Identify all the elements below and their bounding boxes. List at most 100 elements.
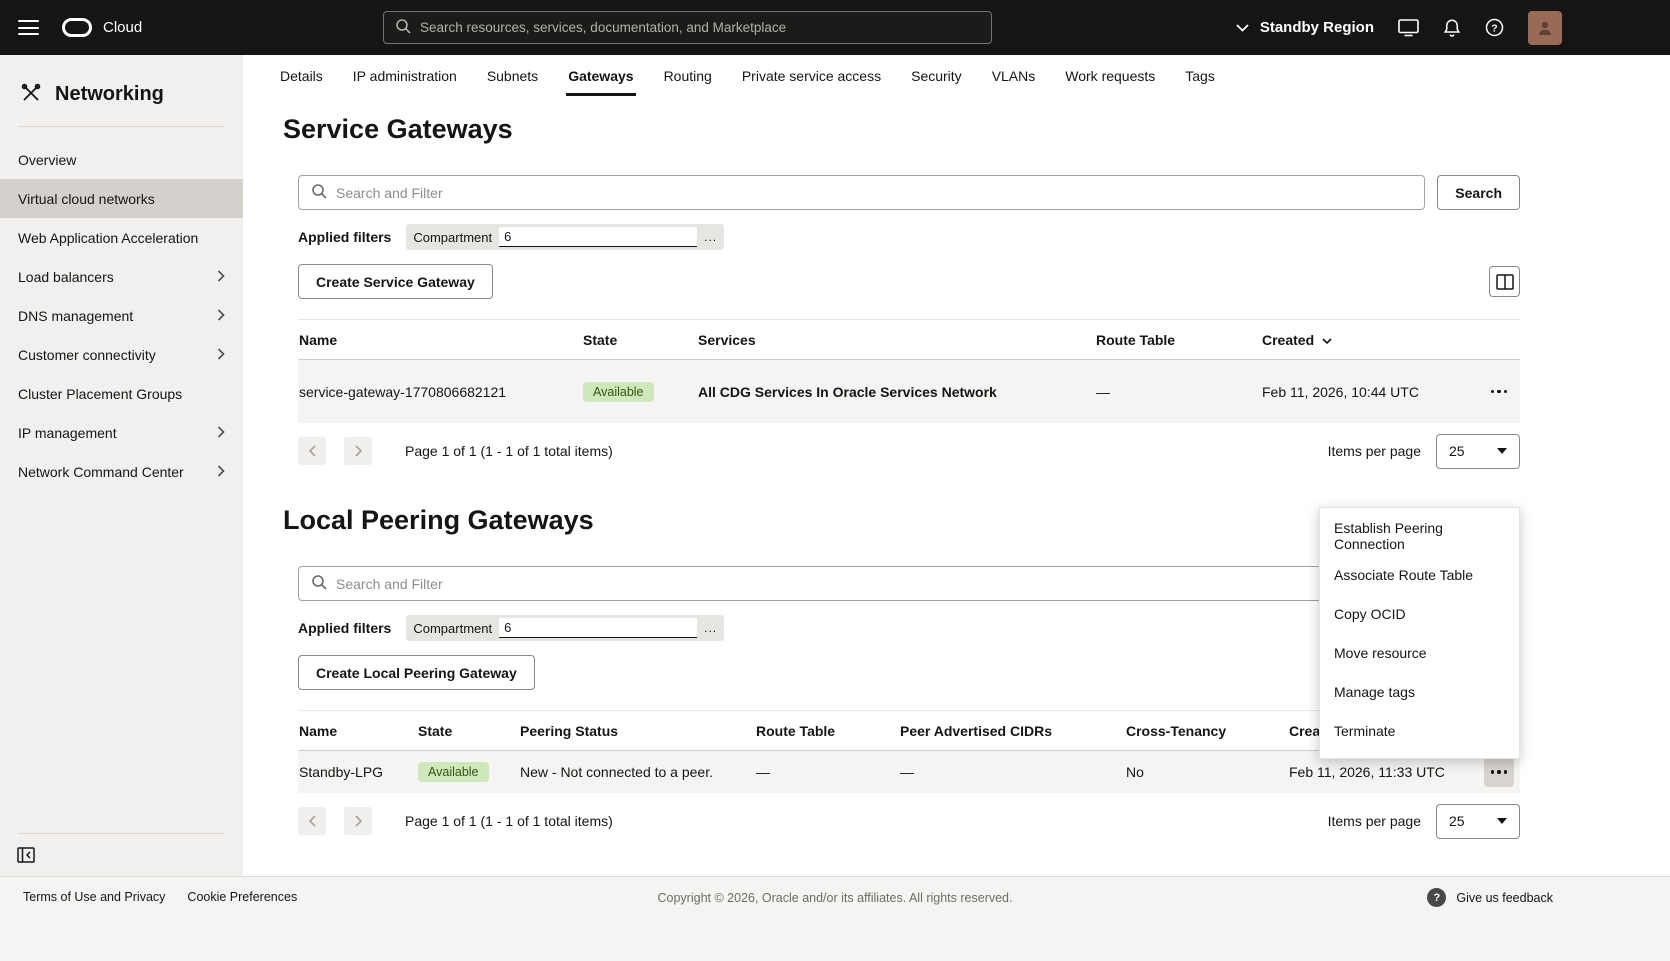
chip-value[interactable]: 6 [499,618,697,638]
tab-work-requests[interactable]: Work requests [1050,55,1170,96]
items-per-page-select[interactable]: 25 [1436,434,1520,469]
items-per-page-select[interactable]: 25 [1436,804,1520,839]
global-search-input[interactable] [420,20,980,35]
sidebar-header: Networking [0,55,243,126]
oracle-logo-icon [62,18,92,37]
tab-tags[interactable]: Tags [1170,55,1230,96]
service-gateways-section: Search Applied filters Compartment 6 ...… [298,175,1520,479]
sg-search-input[interactable] [336,185,1412,201]
tab-private-service-access[interactable]: Private service access [727,55,896,96]
col-peer-advertised-cidrs: Peer Advertised CIDRs [899,723,1125,739]
sg-row-route-table: — [1095,384,1261,400]
sidebar-item-cluster-placement-groups[interactable]: Cluster Placement Groups [0,374,243,413]
sidebar-item-overview[interactable]: Overview [0,140,243,179]
footer: Terms of Use and Privacy Cookie Preferen… [0,876,1670,961]
region-selector[interactable]: Standby Region [1236,19,1374,36]
help-icon[interactable]: ? [1485,18,1504,37]
lpg-search-filter[interactable] [298,566,1425,601]
hamburger-menu-icon[interactable] [18,20,39,35]
col-name: Name [298,723,417,739]
sidebar-item-label: Network Command Center [18,464,184,480]
menu-item-establish-peering-connection[interactable]: Establish Peering Connection [1320,516,1519,555]
next-page-icon[interactable] [344,437,372,465]
chip-more[interactable]: ... [704,621,717,635]
lpg-pagination: Page 1 of 1 (1 - 1 of 1 total items) Ite… [298,793,1520,849]
menu-item-associate-route-table[interactable]: Associate Route Table [1320,555,1519,594]
notifications-bell-icon[interactable] [1443,18,1461,38]
sidebar-item-dns-management[interactable]: DNS management [0,296,243,335]
sidebar-item-label: Web Application Acceleration [18,230,198,246]
sort-chevron-down-icon[interactable] [1322,332,1332,348]
previous-page-icon[interactable] [298,807,326,835]
sidebar-item-load-balancers[interactable]: Load balancers [0,257,243,296]
sg-row-services: All CDG Services In Oracle Services Netw… [697,384,1095,400]
feedback-help-icon[interactable]: ? [1427,888,1446,907]
search-icon [395,18,411,37]
create-local-peering-gateway-button[interactable]: Create Local Peering Gateway [298,655,535,690]
lpg-search-input[interactable] [336,576,1412,592]
menu-item-terminate[interactable]: Terminate [1320,711,1519,750]
sg-applied-filters-label: Applied filters [298,229,391,245]
tab-routing[interactable]: Routing [649,55,727,96]
collapse-sidebar-icon[interactable] [17,847,35,863]
chip-more[interactable]: ... [704,230,717,244]
tab-vlans[interactable]: VLANs [977,55,1051,96]
topbar: Cloud Standby Region ? [0,0,1670,55]
page-info: Page 1 of 1 (1 - 1 of 1 total items) [405,443,613,459]
col-services: Services [697,332,1095,348]
lpg-compartment-filter-chip[interactable]: Compartment 6 ... [406,615,724,641]
sidebar-divider [18,126,225,127]
search-icon [311,574,327,593]
terms-of-use-link[interactable]: Terms of Use and Privacy [23,890,165,904]
chip-value[interactable]: 6 [499,227,697,247]
sidebar-item-network-command-center[interactable]: Network Command Center [0,452,243,491]
actions-menu-icon[interactable] [1484,757,1514,787]
tab-gateways[interactable]: Gateways [553,55,648,96]
create-service-gateway-button[interactable]: Create Service Gateway [298,264,493,299]
menu-item-copy-ocid[interactable]: Copy OCID [1320,594,1519,633]
tab-subnets[interactable]: Subnets [472,55,553,96]
menu-item-move-resource[interactable]: Move resource [1320,633,1519,672]
sidebar-item-web-application-acceleration[interactable]: Web Application Acceleration [0,218,243,257]
col-route-table: Route Table [755,723,899,739]
sidebar-title: Networking [55,83,164,106]
sidebar-item-virtual-cloud-networks[interactable]: Virtual cloud networks [0,179,243,218]
brand: Cloud [62,18,142,37]
actions-menu-icon[interactable] [1484,377,1514,407]
lpg-row-name: Standby-LPG [298,764,417,780]
sidebar-item-customer-connectivity[interactable]: Customer connectivity [0,335,243,374]
col-route-table: Route Table [1095,332,1261,348]
caret-down-icon [1497,448,1507,454]
lpg-applied-filters-label: Applied filters [298,620,391,636]
cloud-shell-icon[interactable] [1398,18,1419,37]
caret-down-icon [1497,818,1507,824]
col-state: State [582,332,697,348]
chevron-right-icon [217,308,225,324]
sidebar-item-ip-management[interactable]: IP management [0,413,243,452]
col-created[interactable]: Created [1261,332,1460,348]
cookie-preferences-link[interactable]: Cookie Preferences [187,890,297,904]
sg-compartment-filter-chip[interactable]: Compartment 6 ... [406,224,724,250]
column-settings-icon[interactable] [1489,266,1520,297]
tab-security[interactable]: Security [896,55,977,96]
next-page-icon[interactable] [344,807,372,835]
col-state: State [417,723,519,739]
page-info: Page 1 of 1 (1 - 1 of 1 total items) [405,813,613,829]
chip-name: Compartment [413,621,492,636]
previous-page-icon[interactable] [298,437,326,465]
status-badge: Available [418,762,489,782]
tab-details[interactable]: Details [265,55,338,96]
sg-search-button[interactable]: Search [1437,175,1520,210]
sidebar-item-label: DNS management [18,308,133,324]
give-us-feedback-link[interactable]: Give us feedback [1456,891,1553,905]
menu-item-manage-tags[interactable]: Manage tags [1320,672,1519,711]
user-avatar[interactable] [1528,11,1562,45]
tab-ip-administration[interactable]: IP administration [338,55,472,96]
sidebar-item-label: Customer connectivity [18,347,156,363]
items-per-page-label: Items per page [1328,813,1421,829]
sg-search-filter[interactable] [298,175,1425,210]
sidebar-item-label: Overview [18,152,76,168]
lpg-row-actions [1460,757,1520,787]
chevron-right-icon [217,425,225,441]
global-search[interactable] [383,11,992,44]
